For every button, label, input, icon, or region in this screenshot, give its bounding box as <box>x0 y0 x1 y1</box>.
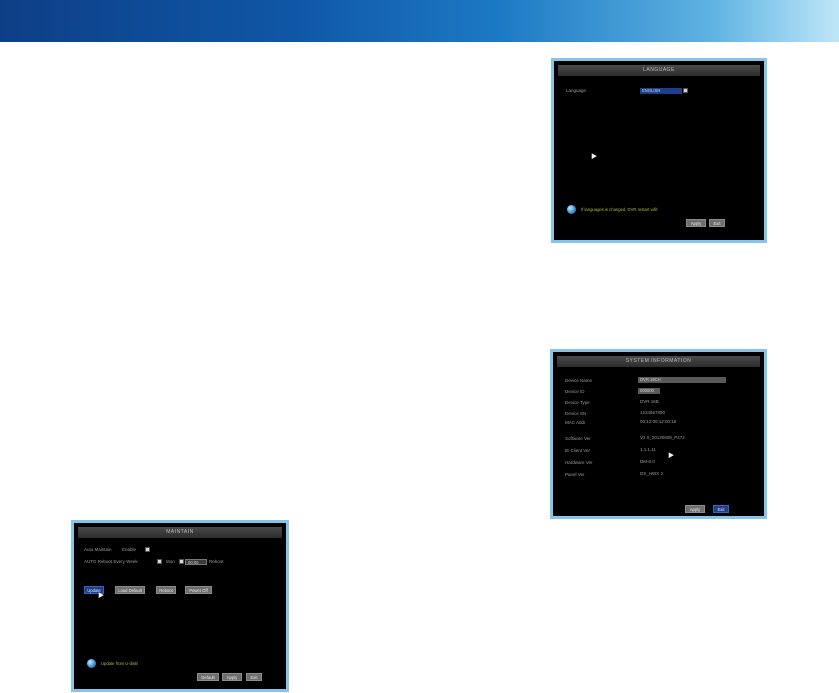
apply-button[interactable]: Apply <box>686 219 706 227</box>
language-select[interactable]: ENGLISH <box>640 88 682 94</box>
auto-maintain-value[interactable]: Enable <box>122 547 136 553</box>
sysinfo-value[interactable]: DVR 16CH <box>638 377 726 383</box>
auto-maintain-checkbox[interactable] <box>145 547 150 552</box>
sysinfo-value: DS_HWX 2 <box>640 471 664 476</box>
sysinfo-value: DVR 16B <box>640 399 659 404</box>
apply-button[interactable]: Apply <box>222 673 242 681</box>
day-dropdown-arrow[interactable] <box>179 559 184 564</box>
auto-maintain-label: Auto Maintain <box>84 547 112 552</box>
language-dialog-title: LANGUAGE <box>558 65 760 76</box>
sysinfo-label: Device Name <box>565 378 593 383</box>
reboot-time-field[interactable]: 00:00 <box>185 559 207 565</box>
power-off-button[interactable]: Power Off <box>185 586 212 594</box>
maintain-hint: Update from U-disk! <box>101 661 139 666</box>
sysinfo-value: 1234567890 <box>640 410 666 415</box>
default-button[interactable]: Default <box>197 673 219 681</box>
sysinfo-value: V2.0_20130608_P472 <box>640 435 685 440</box>
sysinfo-label: Panel Ver <box>565 472 585 477</box>
language-hint: If languages is changed, DVR restart wil… <box>581 207 658 212</box>
system-information-screenshot: SYSTEM INFORMATION Device Name DVR 16CH … <box>550 349 767 519</box>
load-default-button[interactable]: Load Default <box>115 586 145 594</box>
period-label: AUTO Reboot Every Week <box>84 559 138 564</box>
sysinfo-label: Device ID <box>565 389 585 394</box>
reboot-button[interactable]: Reboot <box>156 586 176 594</box>
sysinfo-label: Device Type <box>565 400 590 405</box>
sysinfo-value: 1.1.1.11 <box>640 447 656 452</box>
language-screenshot: LANGUAGE Language ENGLISH If languages i… <box>551 58 767 243</box>
sysinfo-value: 00:12:00:12:00:18 <box>640 419 677 424</box>
sysinfo-label: Hardware Ver <box>565 460 593 465</box>
sysinfo-label: Device SN <box>565 411 587 416</box>
header-banner <box>0 0 839 42</box>
sysinfo-label: IE Client Ver <box>565 448 591 453</box>
mouse-cursor-icon <box>666 450 674 459</box>
sysinfo-label: MAC Addr <box>565 420 586 425</box>
sysinfo-dialog-title: SYSTEM INFORMATION <box>557 356 760 367</box>
period-suffix: Reboot <box>209 559 224 564</box>
sysinfo-value: DM-8.0 <box>640 459 655 464</box>
exit-button[interactable]: Exit <box>246 673 262 681</box>
maintain-dialog-title: MAINTAIN <box>78 527 282 538</box>
exit-button[interactable]: Exit <box>709 219 725 227</box>
sysinfo-label: Software Ver <box>565 436 591 441</box>
sysinfo-value[interactable]: 000000 <box>638 388 660 394</box>
globe-icon <box>567 205 576 214</box>
language-dropdown-arrow[interactable] <box>683 88 688 93</box>
period-dropdown-arrow[interactable] <box>157 559 162 564</box>
globe-icon <box>87 659 96 668</box>
mouse-cursor-icon <box>589 151 597 160</box>
exit-button[interactable]: Exit <box>713 505 729 513</box>
language-label: Language <box>566 88 587 93</box>
period-day[interactable]: Mon <box>166 559 175 565</box>
apply-button[interactable]: Apply <box>685 505 705 513</box>
maintain-screenshot: MAINTAIN Auto Maintain Enable AUTO Reboo… <box>71 520 289 692</box>
